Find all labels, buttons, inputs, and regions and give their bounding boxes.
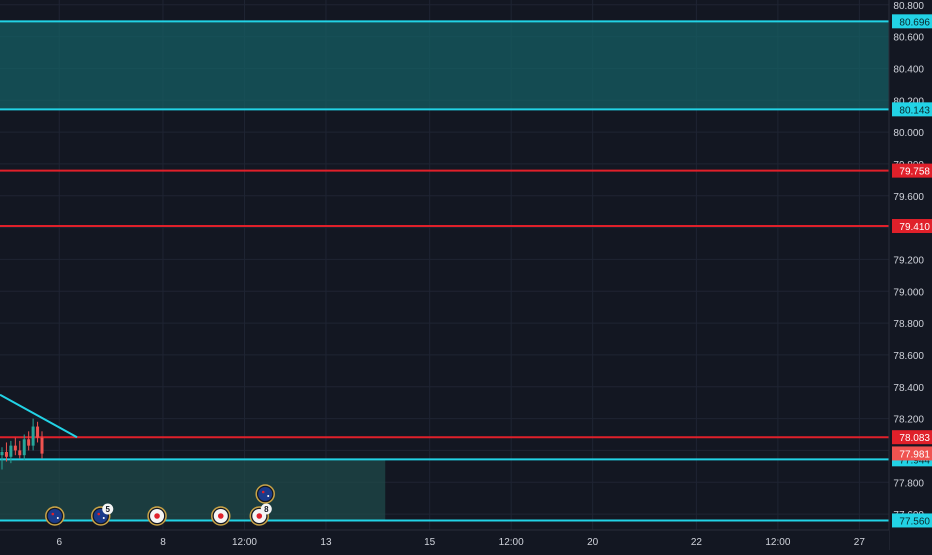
candle-body <box>27 439 31 446</box>
candle-body <box>13 445 17 451</box>
price-tick-label: 78.200 <box>893 415 924 426</box>
time-axis-panel[interactable] <box>0 530 889 550</box>
cyan-level-80143-price-label: 80.143 <box>899 105 930 116</box>
price-tick-label: 79.200 <box>893 255 924 266</box>
price-tick-label: 80.800 <box>893 1 924 12</box>
price-axis-panel[interactable] <box>889 0 932 550</box>
time-tick-label: 6 <box>56 537 62 548</box>
candle-body <box>0 452 4 456</box>
jp-flag-sun <box>154 513 160 519</box>
event-count-text: 5 <box>106 505 111 514</box>
au-flag-icon <box>258 487 273 501</box>
chart-canvas[interactable]: 58 80.80080.60080.40080.20080.00079.8007… <box>0 0 932 550</box>
au-flag-icon <box>47 509 62 523</box>
candle-body <box>36 426 40 438</box>
price-tick-label: 79.600 <box>893 192 924 203</box>
time-tick-label: 12:00 <box>232 537 257 548</box>
time-tick-label: 22 <box>691 537 703 548</box>
upper-supply-zone[interactable] <box>0 21 889 110</box>
jp-flag-sun <box>256 513 263 519</box>
au-flag-union-dot <box>97 512 101 516</box>
price-tick-label: 80.400 <box>893 64 924 75</box>
trading-chart[interactable]: 58 80.80080.60080.40080.20080.00079.8007… <box>0 0 932 550</box>
price-tick-label: 80.600 <box>893 33 924 44</box>
current-price-label: 77.981 <box>899 449 930 460</box>
time-tick-label: 20 <box>587 537 599 548</box>
price-tick-label: 79.000 <box>893 287 924 298</box>
price-tick-label: 80.000 <box>893 128 924 139</box>
candle-body <box>40 437 44 454</box>
cyan-level-77560-price-label: 77.560 <box>899 516 930 527</box>
candle-body <box>9 445 13 457</box>
au-event-upper-icon[interactable] <box>255 484 275 504</box>
red-level-79410-price-label: 79.410 <box>899 222 930 233</box>
au-flag-star <box>267 495 270 497</box>
au-flag-union-dot <box>51 512 55 516</box>
time-tick-label: 12:00 <box>499 537 524 548</box>
time-tick-label: 27 <box>854 537 866 548</box>
jp-event-icon-2[interactable] <box>211 506 231 526</box>
price-tick-label: 78.800 <box>893 319 924 330</box>
au-event-icon[interactable] <box>45 506 65 526</box>
red-level-79758-price-label: 79.758 <box>899 167 930 178</box>
event-count-text: 8 <box>264 505 269 514</box>
au-flag-star <box>102 517 105 519</box>
time-tick-label: 13 <box>320 537 332 548</box>
cyan-level-80696-price-label: 80.696 <box>899 17 930 28</box>
candle-body <box>22 439 26 456</box>
time-tick-label: 12:00 <box>765 537 790 548</box>
candle-body <box>4 452 8 457</box>
time-tick-label: 15 <box>424 537 436 548</box>
candle-body <box>18 450 22 456</box>
red-level-78083-price-label: 78.083 <box>899 433 930 444</box>
jp-event-icon[interactable] <box>147 506 167 526</box>
price-tick-label: 78.400 <box>893 383 924 394</box>
candle-body <box>31 426 35 446</box>
price-tick-label: 78.600 <box>893 351 924 362</box>
time-tick-label: 8 <box>160 537 166 548</box>
price-tick-label: 77.800 <box>893 478 924 489</box>
au-flag-star <box>56 517 59 519</box>
au-flag-union-dot <box>261 490 265 494</box>
jp-flag-sun <box>217 513 224 519</box>
